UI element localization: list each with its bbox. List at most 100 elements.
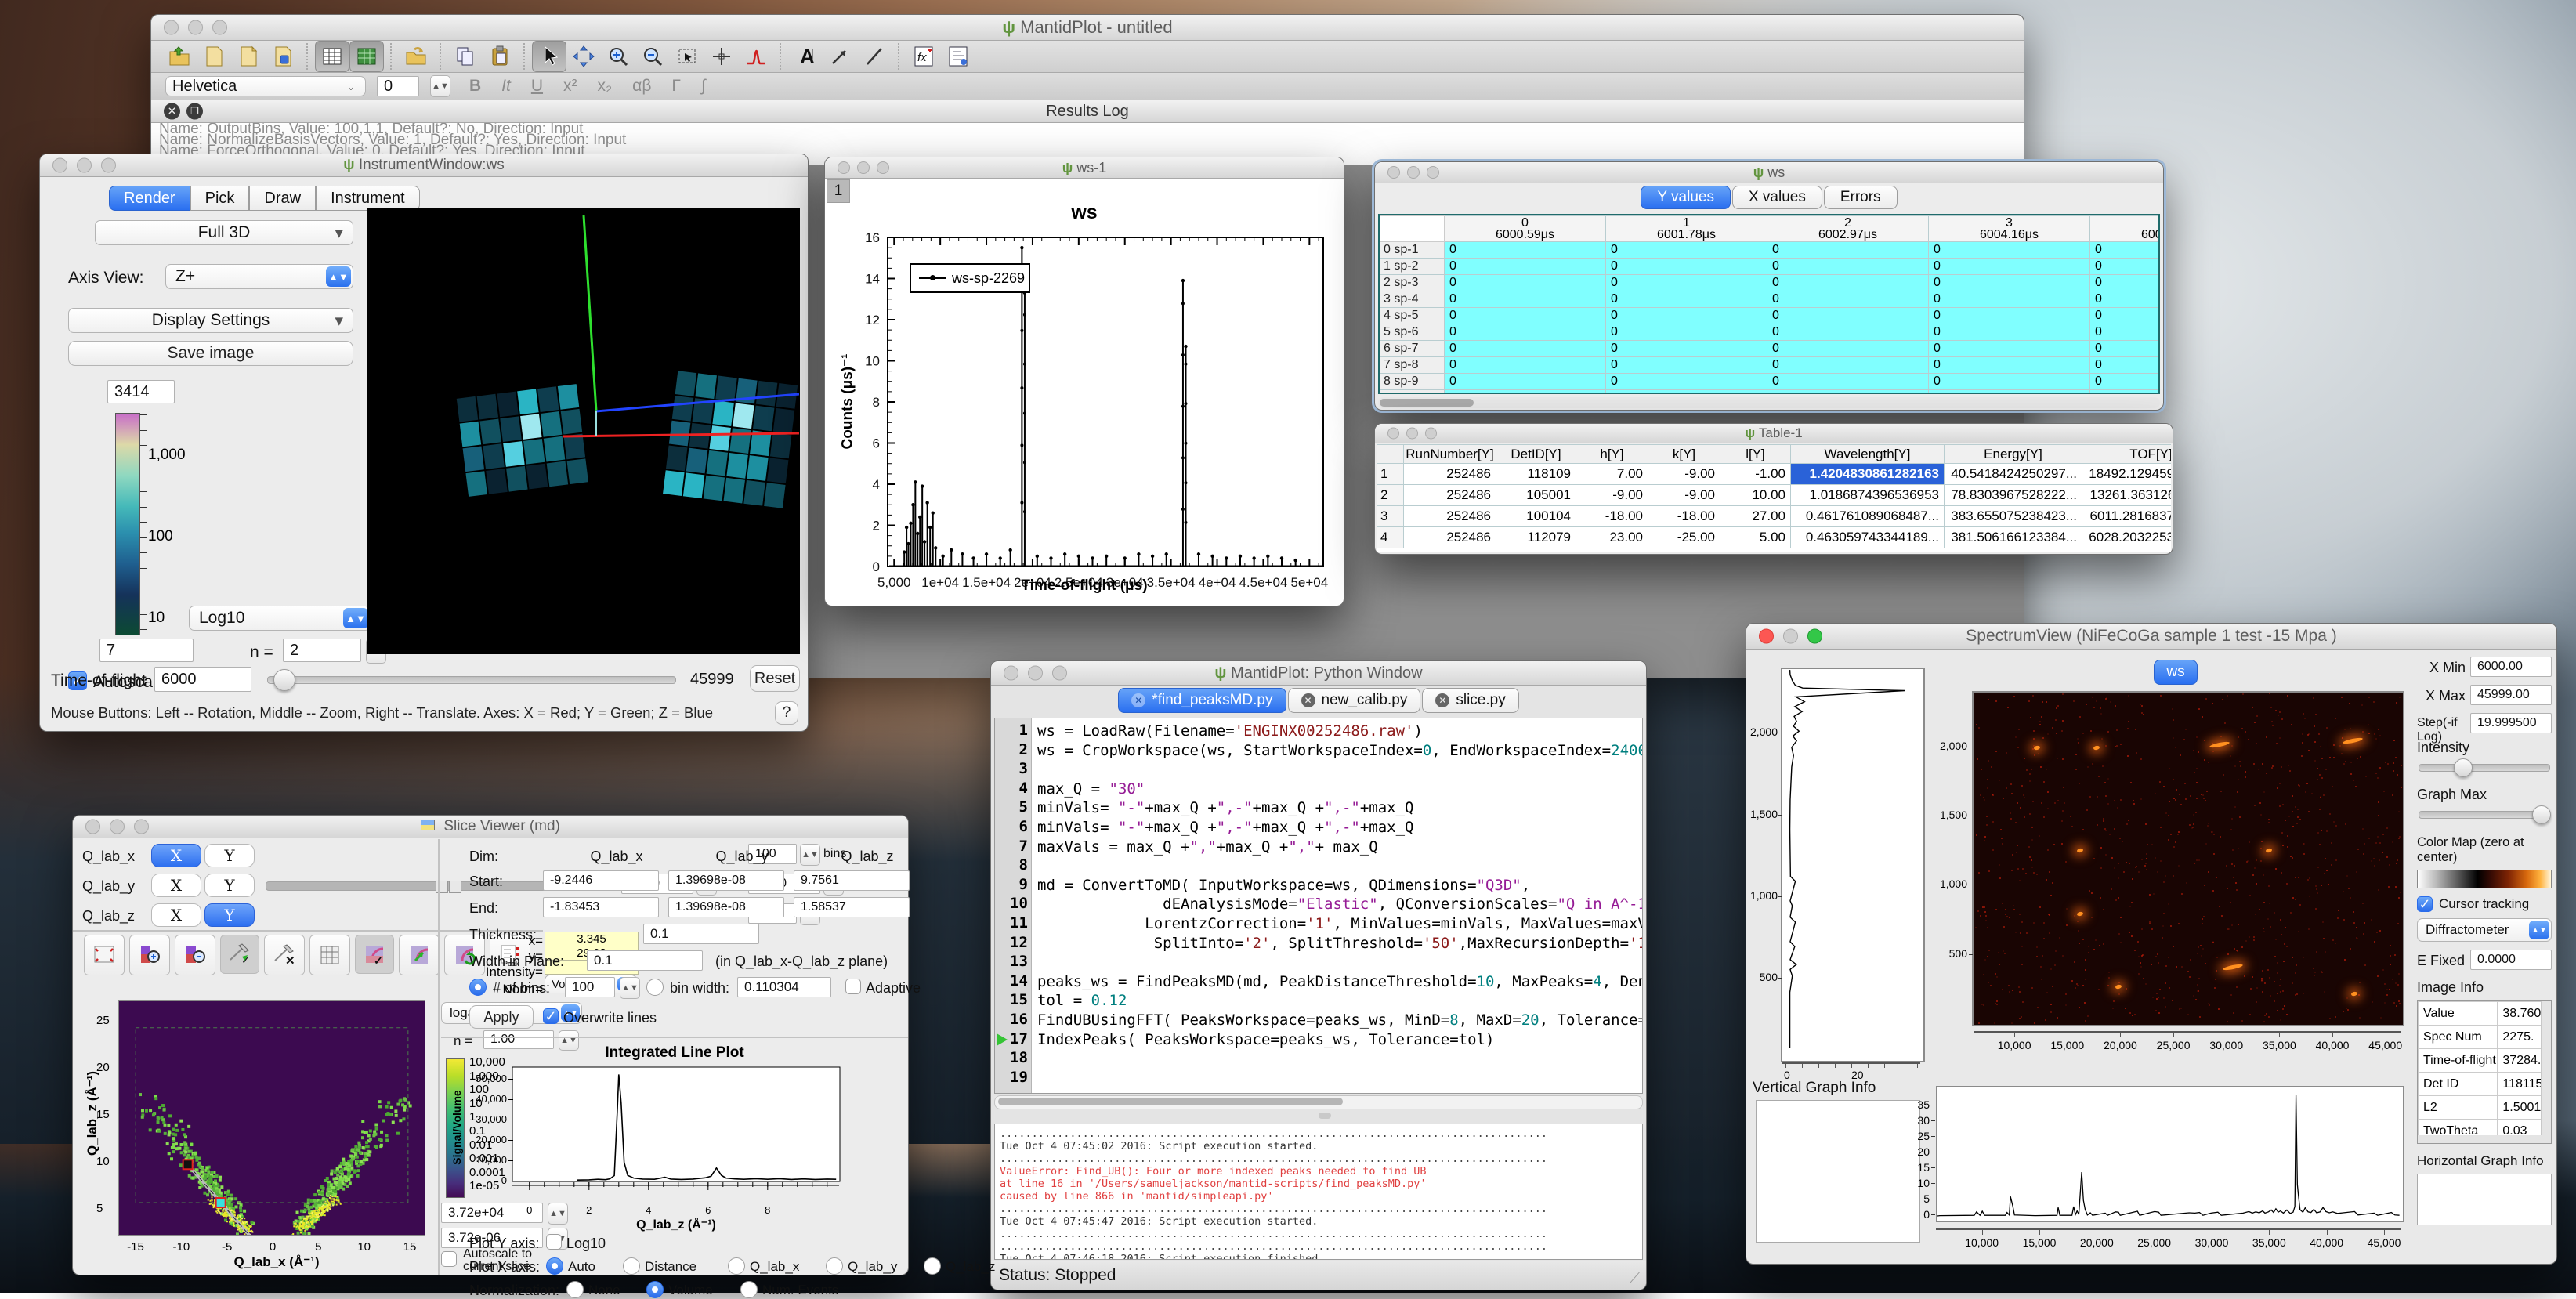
code-line[interactable]: minVals= "-"+max_Q +",-"+max_Q +",-"+max… bbox=[1037, 818, 1642, 838]
row-header[interactable]: 7 sp-8 bbox=[1380, 357, 1445, 374]
cursor-tracking-checkbox[interactable]: ✓ bbox=[2417, 896, 2433, 912]
start-input[interactable]: -9.2446 bbox=[543, 870, 659, 891]
table-cell[interactable]: 0 bbox=[1767, 357, 1929, 374]
table-cell[interactable]: 381.506166123384... bbox=[1945, 527, 2082, 548]
row-header[interactable]: 3 bbox=[1377, 506, 1404, 527]
table-cell[interactable]: 252486 bbox=[1404, 464, 1496, 485]
code-line[interactable] bbox=[1037, 760, 1642, 780]
style-button-5[interactable]: αβ bbox=[632, 77, 651, 96]
graphmax-slider[interactable] bbox=[2419, 811, 2550, 819]
table-cell[interactable]: 0 bbox=[1929, 374, 2090, 390]
zoom-button[interactable] bbox=[1052, 666, 1067, 681]
layer-tab[interactable]: 1 bbox=[827, 179, 850, 203]
xmax-input[interactable]: 45999.00 bbox=[2470, 685, 2552, 705]
pointer-icon-button[interactable] bbox=[532, 41, 566, 72]
xmin-input[interactable]: 6000.00 bbox=[2470, 657, 2552, 677]
table-cell[interactable]: 0 bbox=[2090, 291, 2161, 308]
table-cell[interactable]: 0 bbox=[1929, 275, 2090, 291]
table-cell[interactable]: -9.00 bbox=[1648, 464, 1720, 485]
table-cell[interactable]: 0 bbox=[1767, 308, 1929, 324]
zoom-button[interactable] bbox=[1425, 428, 1437, 440]
table-cell[interactable]: 0 bbox=[1445, 275, 1606, 291]
resize-window-icon-button[interactable] bbox=[84, 935, 125, 975]
row-header[interactable]: 3 sp-4 bbox=[1380, 291, 1445, 308]
zoom-out-icon-button[interactable] bbox=[635, 41, 670, 72]
table-cell[interactable]: 0 bbox=[1929, 357, 2090, 374]
code-line[interactable]: peaks_ws = FindPeaksMD(md, PeakDistanceT… bbox=[1037, 972, 1642, 992]
efixed-input[interactable]: 0.0000 bbox=[2470, 950, 2552, 970]
table-cell[interactable]: 0 bbox=[2090, 308, 2161, 324]
results-log-header[interactable]: ✕ ❐ Results Log bbox=[151, 100, 2024, 123]
code-line[interactable] bbox=[1037, 856, 1642, 876]
help-button[interactable]: ? bbox=[775, 701, 798, 725]
table-cell[interactable]: 105001 bbox=[1496, 485, 1576, 506]
grid-icon-button[interactable] bbox=[309, 935, 350, 975]
zoom-button[interactable] bbox=[134, 820, 149, 834]
step-input[interactable]: 19.999500 bbox=[2470, 713, 2552, 733]
table-cell[interactable]: 252486 bbox=[1404, 527, 1496, 548]
code-line[interactable]: LorentzCorrection='1', MinValues=minVals… bbox=[1037, 914, 1642, 934]
tab-render[interactable]: Render bbox=[109, 186, 190, 211]
y-axis-button[interactable]: Y bbox=[204, 903, 255, 927]
xaxis-radio-q_lab_y[interactable] bbox=[826, 1257, 843, 1275]
close-button[interactable] bbox=[838, 161, 850, 174]
table-cell[interactable]: 10.00 bbox=[1720, 485, 1791, 506]
table-cell[interactable]: 13261.3631261188... bbox=[2082, 485, 2172, 506]
function-dialog-icon-button[interactable]: fx bbox=[906, 41, 941, 72]
table-cell[interactable]: 0 bbox=[1606, 308, 1767, 324]
table-cell[interactable]: 0 bbox=[1445, 390, 1606, 395]
width-input[interactable]: 0.1 bbox=[587, 950, 703, 971]
table-cell[interactable]: 0 bbox=[1445, 291, 1606, 308]
copy-icon-button[interactable] bbox=[448, 41, 483, 72]
font-size-stepper[interactable]: ▲▼ bbox=[430, 75, 450, 97]
table-cell[interactable]: 0 bbox=[1767, 374, 1929, 390]
tab-draw[interactable]: Draw bbox=[249, 186, 316, 211]
axis-view-select[interactable]: Z+▲▼ bbox=[165, 264, 353, 289]
table-cell[interactable]: 40.5418424250297... bbox=[1945, 464, 2082, 485]
table-cell[interactable]: 252486 bbox=[1404, 506, 1496, 527]
code-line[interactable]: ws = LoadRaw(Filename='ENGINX00252486.ra… bbox=[1037, 722, 1642, 741]
numbins-stepper[interactable]: ▲▼ bbox=[620, 977, 640, 999]
table1-grid[interactable]: RunNumber[Y]DetID[Y]h[Y]k[Y]l[Y]Waveleng… bbox=[1377, 444, 2171, 552]
table-cell[interactable]: 0.463059743344189... bbox=[1791, 527, 1945, 548]
table-cell[interactable]: 23.00 bbox=[1576, 527, 1648, 548]
table-cell[interactable]: 0 bbox=[1445, 341, 1606, 357]
table-cell[interactable]: 0 bbox=[1929, 259, 2090, 275]
ws1-chart[interactable]: 5,0001e+041.5e+042e+042.5e+043e+043.5e+0… bbox=[833, 230, 1334, 598]
code-line[interactable]: md = ConvertToMD( InputWorkspace=ws, QDi… bbox=[1037, 876, 1642, 896]
instrument-colorbar[interactable] bbox=[115, 413, 140, 635]
table-cell[interactable]: 0 bbox=[1445, 308, 1606, 324]
norm-radio-none[interactable] bbox=[566, 1281, 584, 1298]
table-cell[interactable]: -18.00 bbox=[1576, 506, 1648, 527]
tab-pick[interactable]: Pick bbox=[190, 186, 250, 211]
table-cell[interactable]: 0 bbox=[1606, 374, 1767, 390]
instrument-3d-view[interactable] bbox=[367, 208, 800, 654]
load-data-icon-button[interactable] bbox=[399, 41, 433, 72]
xaxis-radio-distance[interactable] bbox=[623, 1257, 640, 1275]
end-input[interactable]: -1.83453 bbox=[543, 897, 659, 917]
table-cell[interactable]: 0 bbox=[1445, 324, 1606, 341]
column-header[interactable]: 46005.34μs bbox=[2090, 216, 2161, 242]
window-controls[interactable] bbox=[164, 20, 227, 35]
new-matrix-icon-button[interactable] bbox=[349, 41, 384, 72]
reset-button[interactable]: Reset bbox=[750, 665, 800, 692]
xaxis-radio-auto[interactable] bbox=[546, 1257, 563, 1275]
close-button[interactable] bbox=[85, 820, 100, 834]
thickness-input[interactable]: 0.1 bbox=[643, 924, 759, 944]
editor-hscrollbar[interactable] bbox=[994, 1095, 1643, 1109]
table-cell[interactable]: 0 bbox=[1445, 259, 1606, 275]
python-editor[interactable]: 12345678910111213141516171819ws = LoadRa… bbox=[994, 718, 1643, 1094]
tof-input[interactable]: 6000 bbox=[154, 667, 251, 692]
table-cell[interactable]: 78.8303967528222... bbox=[1945, 485, 2082, 506]
table-cell[interactable]: 27.00 bbox=[1720, 506, 1791, 527]
column-header[interactable]: DetID[Y] bbox=[1496, 445, 1576, 464]
horizontal-graph[interactable] bbox=[1936, 1086, 2404, 1222]
row-header[interactable]: 1 bbox=[1377, 464, 1404, 485]
zoom-button[interactable] bbox=[877, 161, 889, 174]
draw-arrow-icon-button[interactable] bbox=[823, 41, 857, 72]
column-header[interactable]: h[Y] bbox=[1576, 445, 1648, 464]
table-cell[interactable]: 0 bbox=[1929, 324, 2090, 341]
projection-select[interactable]: Full 3D▾ bbox=[95, 220, 353, 245]
table-cell[interactable]: 0 bbox=[1606, 259, 1767, 275]
row-header[interactable]: 9 sp-10 bbox=[1380, 390, 1445, 395]
